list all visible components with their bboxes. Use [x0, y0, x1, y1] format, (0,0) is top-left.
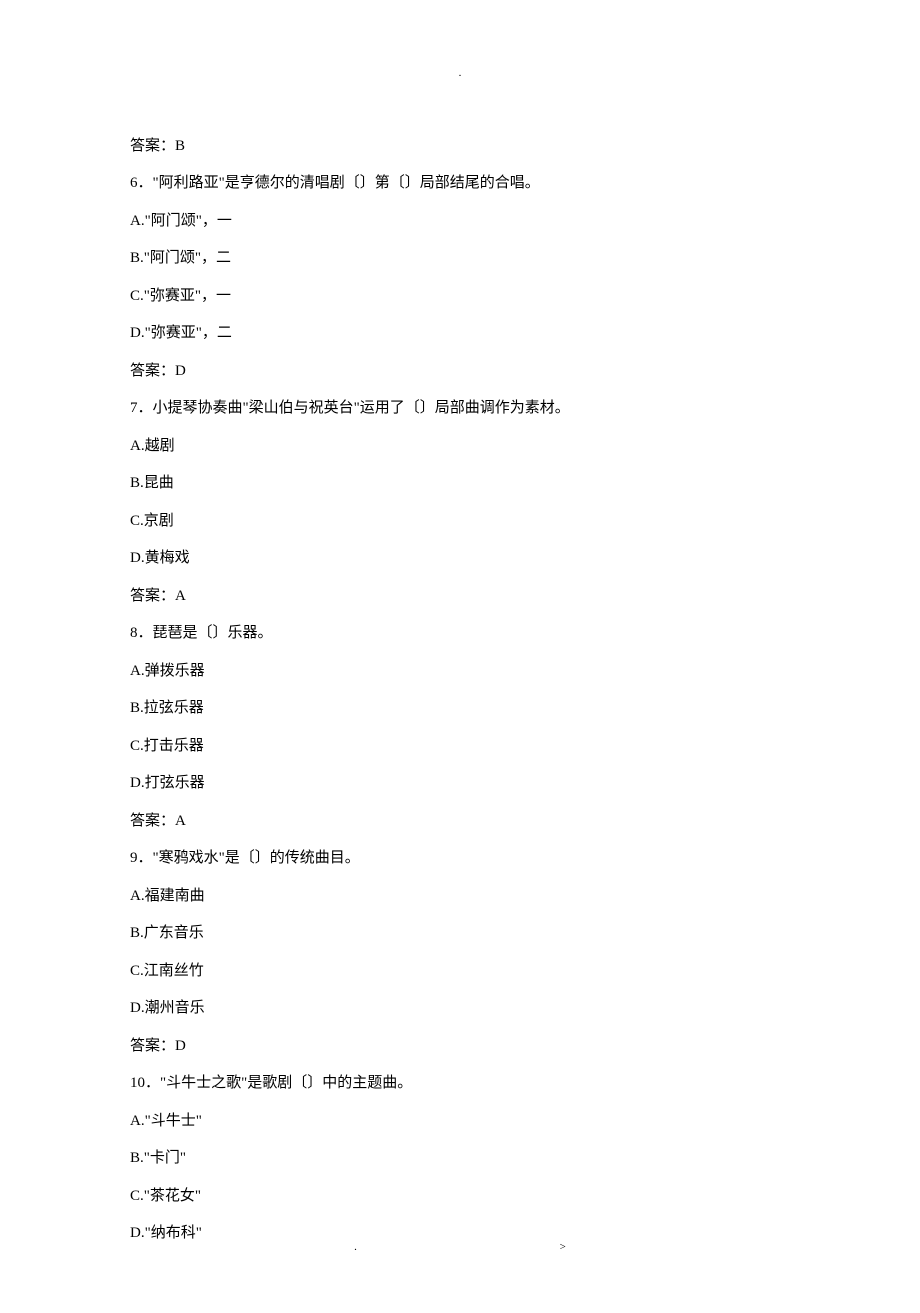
question-stem: 8．琵琶是〔〕乐器。 [130, 615, 790, 653]
question-stem: 7．小提琴协奏曲"梁山伯与祝英台"运用了〔〕局部曲调作为素材。 [130, 390, 790, 428]
footer-right-marker: > [560, 1241, 566, 1253]
option-d: D."弥赛亚"，二 [130, 315, 790, 353]
option-b: B.广东音乐 [130, 915, 790, 953]
footer-left-marker: . [354, 1241, 357, 1253]
header-marker: . [130, 60, 790, 88]
document-page: . 答案：B 6．"阿利路亚"是亨德尔的清唱剧〔〕第〔〕局部结尾的合唱。 A."… [0, 0, 920, 1313]
option-c: C.打击乐器 [130, 728, 790, 766]
answer-line: 答案：A [130, 578, 790, 616]
option-d: D.潮州音乐 [130, 990, 790, 1028]
text-line: 答案：B [130, 128, 790, 166]
option-b: B.拉弦乐器 [130, 690, 790, 728]
question-stem: 6．"阿利路亚"是亨德尔的清唱剧〔〕第〔〕局部结尾的合唱。 [130, 165, 790, 203]
page-footer: . > [0, 1241, 920, 1253]
option-c: C."茶花女" [130, 1178, 790, 1216]
option-d: D.黄梅戏 [130, 540, 790, 578]
answer-line: 答案：D [130, 353, 790, 391]
option-a: A.福建南曲 [130, 878, 790, 916]
option-b: B."阿门颂"，二 [130, 240, 790, 278]
answer-line: 答案：A [130, 803, 790, 841]
option-a: A."阿门颂"，一 [130, 203, 790, 241]
option-c: C.京剧 [130, 503, 790, 541]
question-stem: 10．"斗牛士之歌"是歌剧〔〕中的主题曲。 [130, 1065, 790, 1103]
option-a: A."斗牛士" [130, 1103, 790, 1141]
option-a: A.弹拨乐器 [130, 653, 790, 691]
option-d: D.打弦乐器 [130, 765, 790, 803]
document-content: 答案：B 6．"阿利路亚"是亨德尔的清唱剧〔〕第〔〕局部结尾的合唱。 A."阿门… [130, 128, 790, 1253]
question-stem: 9．"寒鸦戏水"是〔〕的传统曲目。 [130, 840, 790, 878]
option-b: B."卡门" [130, 1140, 790, 1178]
answer-line: 答案：D [130, 1028, 790, 1066]
option-a: A.越剧 [130, 428, 790, 466]
option-c: C.江南丝竹 [130, 953, 790, 991]
option-c: C."弥赛亚"，一 [130, 278, 790, 316]
option-b: B.昆曲 [130, 465, 790, 503]
